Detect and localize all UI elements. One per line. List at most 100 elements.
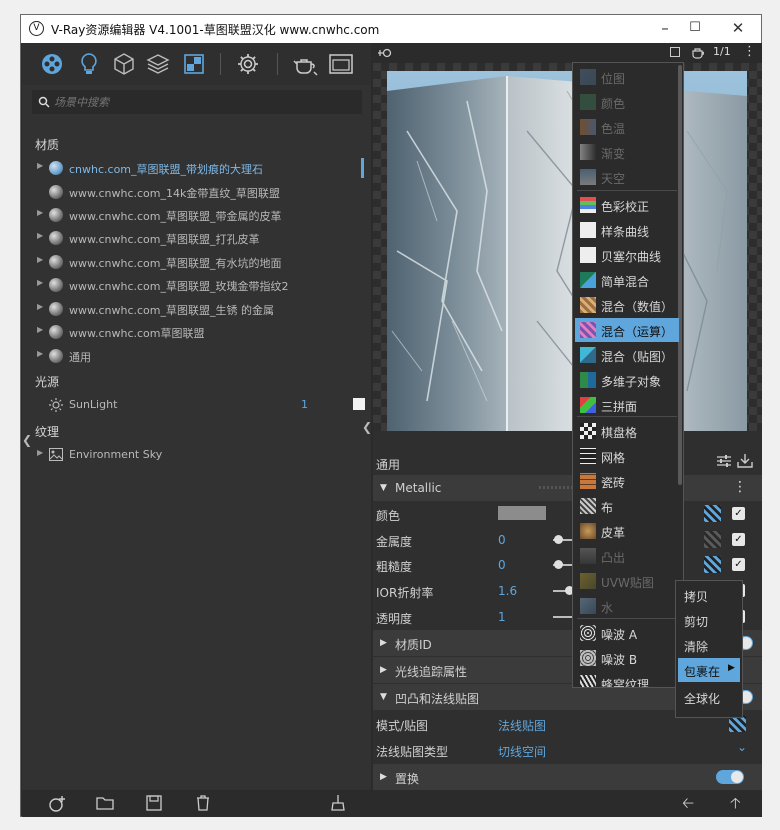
render-teapot-icon[interactable] [292, 52, 318, 76]
section-more-icon[interactable]: ⋮ [733, 479, 747, 495]
context-menu-item[interactable]: 全球化 [678, 685, 740, 709]
roughness-knob[interactable] [554, 560, 563, 569]
texture-menu-item[interactable]: 贝塞尔曲线 [575, 243, 679, 267]
texture-menu-item[interactable]: 混合（贴图） [575, 343, 679, 367]
material-item[interactable]: ▶ www.cnwhc.com_草图联盟_生锈 的金属 [32, 298, 362, 320]
minimize-button[interactable]: – [653, 17, 677, 39]
material-item[interactable]: www.cnwhc.com_14k金带直纹_草图联盟 [32, 181, 362, 203]
preview-teapot-icon[interactable] [691, 46, 705, 59]
settings-gear-icon[interactable] [236, 52, 260, 76]
metalness-map-button[interactable] [704, 531, 721, 548]
expand-arrow-icon[interactable]: ▶ [37, 278, 43, 287]
collapse-triangle-icon[interactable]: ▼ [380, 483, 387, 493]
roughness-map-button[interactable] [704, 556, 721, 573]
material-item[interactable]: ▶ www.cnwhc.com_草图联盟_玫瑰金带指纹2 [32, 274, 362, 296]
lights-category-icon[interactable] [77, 52, 101, 76]
texture-menu-item[interactable]: 混合（运算） [575, 318, 679, 342]
context-menu-item[interactable]: 剪切 [678, 608, 740, 632]
expand-triangle-icon[interactable]: ▶ [380, 772, 387, 782]
metalness-value[interactable]: 0 [498, 533, 506, 547]
context-menu-item[interactable]: 拷贝 [678, 583, 740, 607]
texture-menu-item[interactable]: 布 [575, 494, 679, 518]
expand-arrow-icon[interactable]: ▶ [37, 448, 43, 457]
roughness-value[interactable]: 0 [498, 558, 506, 572]
expand-arrow-icon[interactable]: ▶ [37, 161, 43, 170]
texture-menu-item[interactable]: 蜂窝纹理 [575, 671, 679, 687]
material-item[interactable]: ▶ www.cnwhc.com_草图联盟_带金属的皮革 [32, 204, 362, 226]
texture-menu-item[interactable]: 简单混合 [575, 268, 679, 292]
expand-arrow-icon[interactable]: ▶ [37, 325, 43, 334]
preview-region-icon[interactable] [670, 47, 680, 57]
frame-buffer-icon[interactable] [328, 52, 354, 76]
texture-menu-item[interactable]: 瓷砖 [575, 469, 679, 493]
texture-menu-item[interactable]: 皮革 [575, 519, 679, 543]
collapse-left-arrow-icon[interactable]: ❮ [22, 433, 32, 447]
purge-broom-icon[interactable] [330, 794, 346, 812]
light-color-swatch[interactable] [353, 398, 365, 410]
close-button[interactable]: ✕ [726, 17, 750, 39]
material-item[interactable]: ▶ www.cnwhc.com草图联盟 [32, 321, 362, 343]
light-item[interactable]: SunLight 1 [32, 394, 365, 416]
texture-menu-item[interactable]: 三拼面 [575, 393, 679, 417]
material-item[interactable]: ▶ www.cnwhc.com_草图联盟_有水坑的地面 [32, 251, 362, 273]
preview-options-icon[interactable] [378, 47, 392, 59]
splitter-arrow-icon[interactable]: ❮ [362, 420, 372, 434]
delete-trash-icon[interactable] [196, 795, 210, 811]
up-arrow-icon[interactable]: 🡡 [730, 793, 741, 818]
color-checkbox[interactable]: ✓ [732, 507, 745, 520]
add-asset-icon[interactable] [48, 795, 66, 813]
material-item[interactable]: ▶ www.cnwhc.com_草图联盟_打孔皮革 [32, 227, 362, 249]
texture-menu-item[interactable]: 噪波 A [575, 621, 679, 645]
geometry-category-icon[interactable] [112, 52, 136, 76]
texture-menu-item[interactable]: 噪波 B [575, 646, 679, 670]
expand-arrow-icon[interactable]: ▶ [37, 255, 43, 264]
displacement-toggle[interactable] [716, 770, 744, 784]
maximize-button[interactable]: ☐ [683, 17, 707, 39]
save-to-library-icon[interactable] [737, 453, 753, 469]
material-sphere-icon [49, 302, 63, 316]
texture-menu-item[interactable]: 样条曲线 [575, 218, 679, 242]
expand-arrow-icon[interactable]: ▶ [37, 208, 43, 217]
save-icon[interactable] [146, 795, 162, 811]
collapse-triangle-icon[interactable]: ▼ [380, 692, 387, 702]
open-folder-icon[interactable] [96, 796, 114, 811]
layers-category-icon[interactable] [146, 52, 170, 76]
mix-operator-icon [580, 322, 596, 338]
expand-triangle-icon[interactable]: ▶ [380, 665, 387, 675]
materials-category-icon[interactable] [40, 52, 64, 76]
texture-menu-label: 混合（贴图） [601, 350, 674, 364]
back-arrow-icon[interactable]: 🡠 [682, 793, 694, 818]
texture-item[interactable]: ▶ Environment Sky [32, 444, 362, 466]
chevron-down-icon[interactable]: ⌄ [737, 740, 747, 754]
material-item[interactable]: ▶ cnwhc.com_草图联盟_带划痕的大理石 [32, 157, 364, 179]
roughness-checkbox[interactable]: ✓ [732, 558, 745, 571]
metalness-checkbox[interactable]: ✓ [732, 533, 745, 546]
context-menu-item[interactable]: 清除 [678, 633, 740, 657]
metallic-header[interactable]: ▼ Metallic ⋮ [373, 475, 762, 501]
expand-arrow-icon[interactable]: ▶ [37, 302, 43, 311]
texture-menu-item[interactable]: 色彩校正 [575, 193, 679, 217]
search-input[interactable] [54, 93, 344, 111]
expand-arrow-icon[interactable]: ▶ [37, 231, 43, 240]
adjust-sliders-icon[interactable] [716, 454, 732, 468]
preview-more-icon[interactable]: ⋮ [743, 44, 756, 59]
color-map-button[interactable] [704, 505, 721, 522]
opacity-value[interactable]: 1 [498, 610, 506, 624]
metalness-knob[interactable] [554, 535, 563, 544]
normal-type-value[interactable]: 切线空间 [498, 743, 546, 760]
texture-menu-item[interactable]: 多维子对象 [575, 368, 679, 392]
texture-menu-item[interactable]: 网格 [575, 444, 679, 468]
opacity-slider[interactable] [553, 616, 573, 618]
material-item[interactable]: ▶ 通用 [32, 345, 362, 367]
normal-type-label: 法线贴图类型 [376, 745, 449, 759]
displacement-header[interactable]: ▶ 置换 [373, 764, 762, 790]
textures-category-icon[interactable] [182, 52, 206, 76]
expand-triangle-icon[interactable]: ▶ [380, 638, 387, 648]
mode-value[interactable]: 法线贴图 [498, 717, 546, 734]
ior-value[interactable]: 1.6 [498, 584, 517, 598]
expand-arrow-icon[interactable]: ▶ [37, 349, 43, 358]
color-swatch[interactable] [498, 506, 546, 520]
texture-menu-item[interactable]: 混合（数值） [575, 293, 679, 317]
texture-menu-item[interactable]: 棋盘格 [575, 419, 679, 443]
context-menu-item[interactable]: 包裹在 ▶ [678, 658, 740, 682]
